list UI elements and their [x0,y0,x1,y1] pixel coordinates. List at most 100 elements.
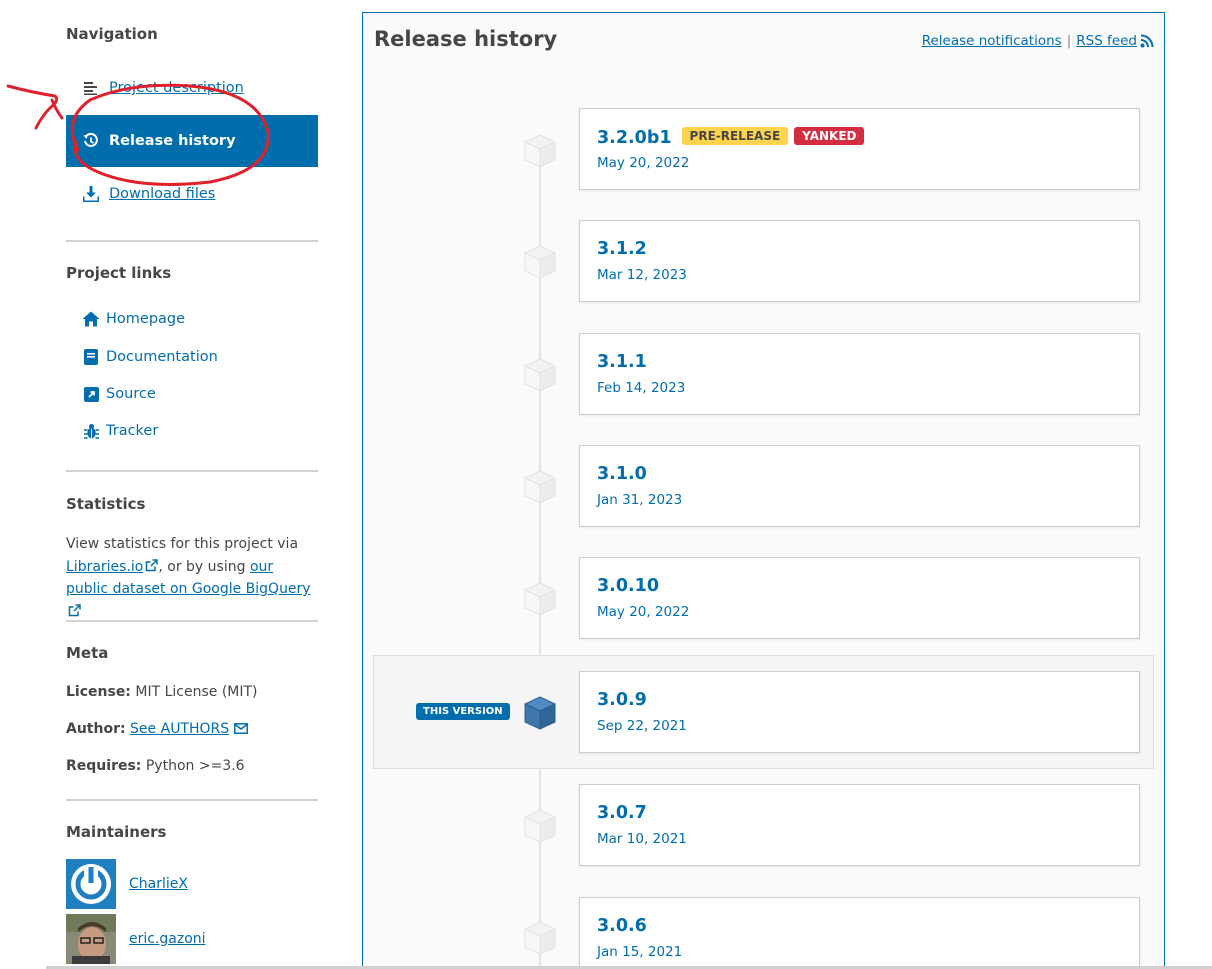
release-date: Mar 10, 2021 [597,831,687,847]
divider [66,799,318,801]
pre-release-badge: PRE-RELEASE [681,127,789,145]
package-icon [523,245,557,279]
meta-requires: Requires: Python >=3.6 [66,758,245,774]
project-links-heading: Project links [66,264,172,282]
package-icon [523,358,557,392]
meta-heading: Meta [66,644,109,662]
link-separator: | [1066,33,1072,49]
package-icon [523,134,557,168]
page-title: Release history [374,27,558,51]
nav-project-description-label: Project description [109,80,244,96]
release-version[interactable]: 3.1.1 [597,352,647,372]
release-date: Sep 22, 2021 [597,718,687,734]
release-card[interactable]: 3.1.1 Feb 14, 2023 [579,333,1140,415]
release-history-panel: Release history Release notifications | … [362,12,1165,969]
this-version-badge: THIS VERSION [416,703,510,720]
libraries-io-link[interactable]: Libraries.io [66,559,143,575]
maintainer-eric-gazoni: eric.gazoni [66,914,206,964]
package-icon [523,809,557,843]
statistics-text-before: View statistics for this project via [66,536,299,552]
maintainer-name: CharlieX [129,876,188,892]
book-icon [82,348,100,366]
release-card[interactable]: 3.1.2 Mar 12, 2023 [579,220,1140,302]
rss-feed-label: RSS feed [1076,33,1137,49]
divider [66,620,318,622]
meta-license: License: MIT License (MIT) [66,684,258,700]
project-link-homepage-label: Homepage [106,311,186,327]
author-link-label: See AUTHORS [130,721,230,737]
release-notifications-label: Release notifications [921,33,1062,49]
download-icon [82,185,100,203]
release-version-row: 3.2.0b1 PRE-RELEASE YANKED [597,127,865,148]
project-link-source[interactable]: Source [82,385,156,403]
external-link-icon [68,603,81,616]
project-link-documentation[interactable]: Documentation [82,348,218,366]
bug-icon [82,422,100,440]
power-button-avatar[interactable] [66,859,116,909]
release-date: Mar 12, 2023 [597,267,687,283]
release-card[interactable]: 3.0.10 May 20, 2022 [579,557,1140,639]
release-date: Feb 14, 2023 [597,380,686,396]
nav-download-files-label: Download files [109,186,216,202]
home-icon [82,310,100,328]
release-notifications-link[interactable]: Release notifications [922,33,1062,49]
release-card-current[interactable]: 3.0.9 Sep 22, 2021 [579,671,1140,753]
yanked-badge: YANKED [794,127,865,145]
release-date: May 20, 2022 [597,155,690,171]
divider [66,470,318,472]
maintainers-heading: Maintainers [66,823,167,841]
license-value: MIT License (MIT) [135,684,258,700]
release-version[interactable]: 3.0.6 [597,916,647,936]
maintainer-link[interactable]: eric.gazoni [129,931,206,947]
top-links: Release notifications | RSS feed [922,33,1154,49]
libraries-io-link-label: Libraries.io [66,558,144,575]
meta-author: Author: See AUTHORS [66,721,248,737]
project-link-tracker-label: Tracker [106,423,159,439]
project-link-documentation-label: Documentation [106,349,218,365]
maintainer-charliex: CharlieX [66,859,188,909]
maintainer-name: eric.gazoni [129,931,206,947]
nav-release-history-label: Release history [109,133,236,149]
nav-download-files[interactable]: Download files [66,168,318,220]
release-version[interactable]: 3.1.0 [597,464,647,484]
timeline-line [539,163,541,969]
requires-label: Requires: [66,758,142,774]
project-link-homepage[interactable]: Homepage [82,310,185,328]
release-version[interactable]: 3.0.9 [597,690,647,710]
package-icon [523,582,557,616]
align-left-icon [82,79,100,97]
package-icon-current [523,696,557,730]
photo-avatar[interactable] [66,914,116,964]
history-icon [82,132,100,150]
release-version[interactable]: 3.1.2 [597,239,647,259]
license-label: License: [66,684,131,700]
release-version[interactable]: 3.0.7 [597,803,647,823]
release-date: Jan 15, 2021 [597,944,683,960]
author-link[interactable]: See AUTHORS [130,721,229,737]
project-link-source-label: Source [106,386,156,402]
author-label: Author: [66,721,126,737]
package-icon [523,921,557,955]
maintainer-link[interactable]: CharlieX [129,876,188,892]
release-date: May 20, 2022 [597,604,690,620]
release-card[interactable]: 3.0.6 Jan 15, 2021 [579,897,1140,969]
release-date: Jan 31, 2023 [597,492,683,508]
external-link-square-icon [82,385,100,403]
statistics-heading: Statistics [66,495,146,513]
requires-value: Python >=3.6 [145,758,245,774]
nav-project-description[interactable]: Project description [66,62,318,114]
project-link-tracker[interactable]: Tracker [82,422,158,440]
divider [66,240,318,242]
rss-icon [1140,34,1154,48]
rss-feed-link[interactable]: RSS feed [1076,33,1137,49]
release-version[interactable]: 3.2.0b1 [597,128,672,148]
release-card[interactable]: 3.1.0 Jan 31, 2023 [579,445,1140,527]
release-card[interactable]: 3.0.7 Mar 10, 2021 [579,784,1140,866]
statistics-text: View statistics for this project via Lib… [66,533,318,623]
external-link-icon [146,558,159,571]
release-card[interactable]: 3.2.0b1 PRE-RELEASE YANKED May 20, 2022 [579,108,1140,190]
envelope-icon [233,723,248,734]
nav-release-history[interactable]: Release history [66,115,318,167]
release-version[interactable]: 3.0.10 [597,576,659,596]
package-icon [523,470,557,504]
